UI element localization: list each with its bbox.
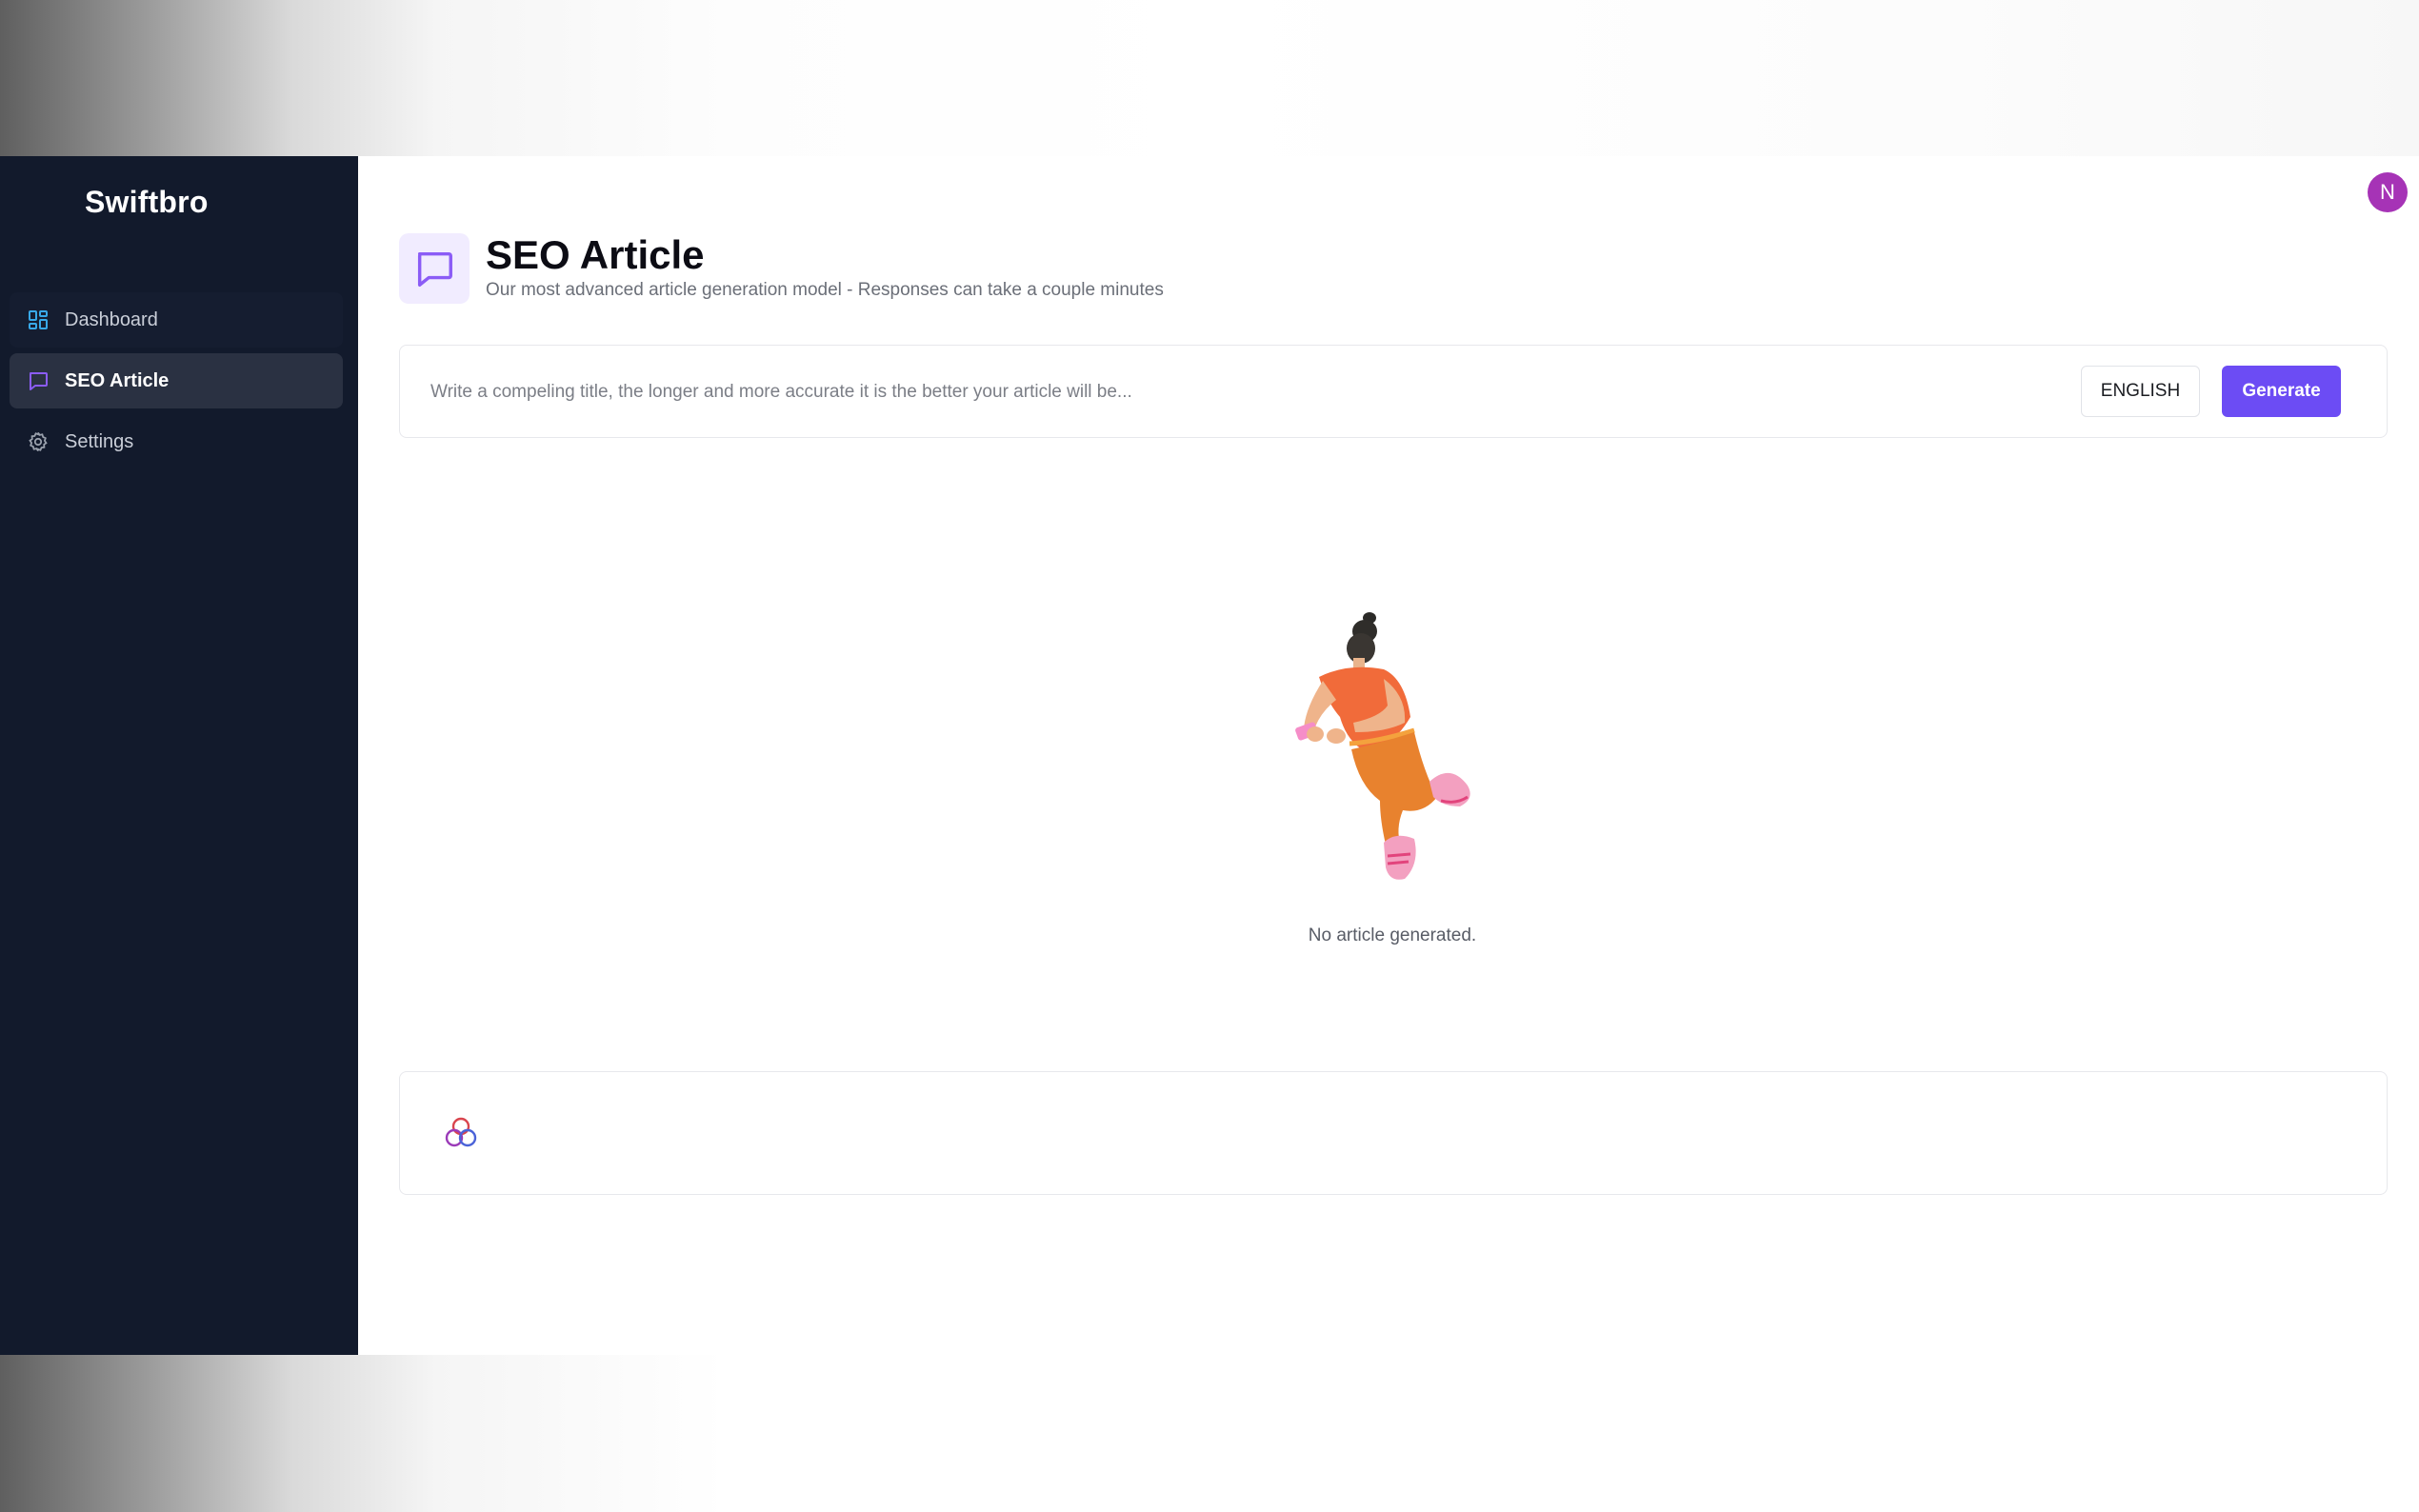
page-icon (399, 233, 470, 304)
chat-bubble-icon (25, 368, 51, 394)
title-input[interactable] (429, 368, 2048, 416)
generate-button[interactable]: Generate (2222, 366, 2341, 417)
sidebar-nav: Dashboard SEO Article Settings (10, 292, 343, 475)
empty-state-message: No article generated. (1308, 925, 1477, 945)
bottom-backdrop (0, 1355, 2419, 1512)
language-select[interactable]: ENGLISH (2081, 366, 2200, 417)
dashboard-grid-icon (25, 307, 51, 333)
brand-logo[interactable]: Swiftbro (85, 185, 209, 220)
person-with-phone-illustration (1295, 612, 1470, 880)
three-circles-logo-icon (445, 1117, 477, 1147)
gear-icon (25, 428, 51, 455)
chat-bubble-icon (417, 251, 452, 287)
top-backdrop (0, 0, 2419, 156)
user-avatar[interactable]: N (2368, 172, 2408, 212)
sidebar-item-label: Dashboard (65, 308, 158, 330)
sidebar-item-dashboard[interactable]: Dashboard (10, 292, 343, 348)
sidebar-item-label: SEO Article (65, 369, 170, 391)
sidebar-item-settings[interactable]: Settings (10, 414, 343, 469)
composer-card: ENGLISH Generate (399, 345, 2388, 438)
sidebar-item-seo-article[interactable]: SEO Article (10, 353, 343, 408)
page-title: SEO Article (486, 232, 705, 277)
output-card (399, 1071, 2388, 1195)
sidebar: Swiftbro Dashboard SEO Article Settings (0, 156, 358, 1355)
app-window: Swiftbro Dashboard SEO Article Settings … (0, 156, 2419, 1355)
page-subtitle: Our most advanced article generation mod… (486, 280, 1164, 300)
sidebar-item-label: Settings (65, 430, 134, 452)
